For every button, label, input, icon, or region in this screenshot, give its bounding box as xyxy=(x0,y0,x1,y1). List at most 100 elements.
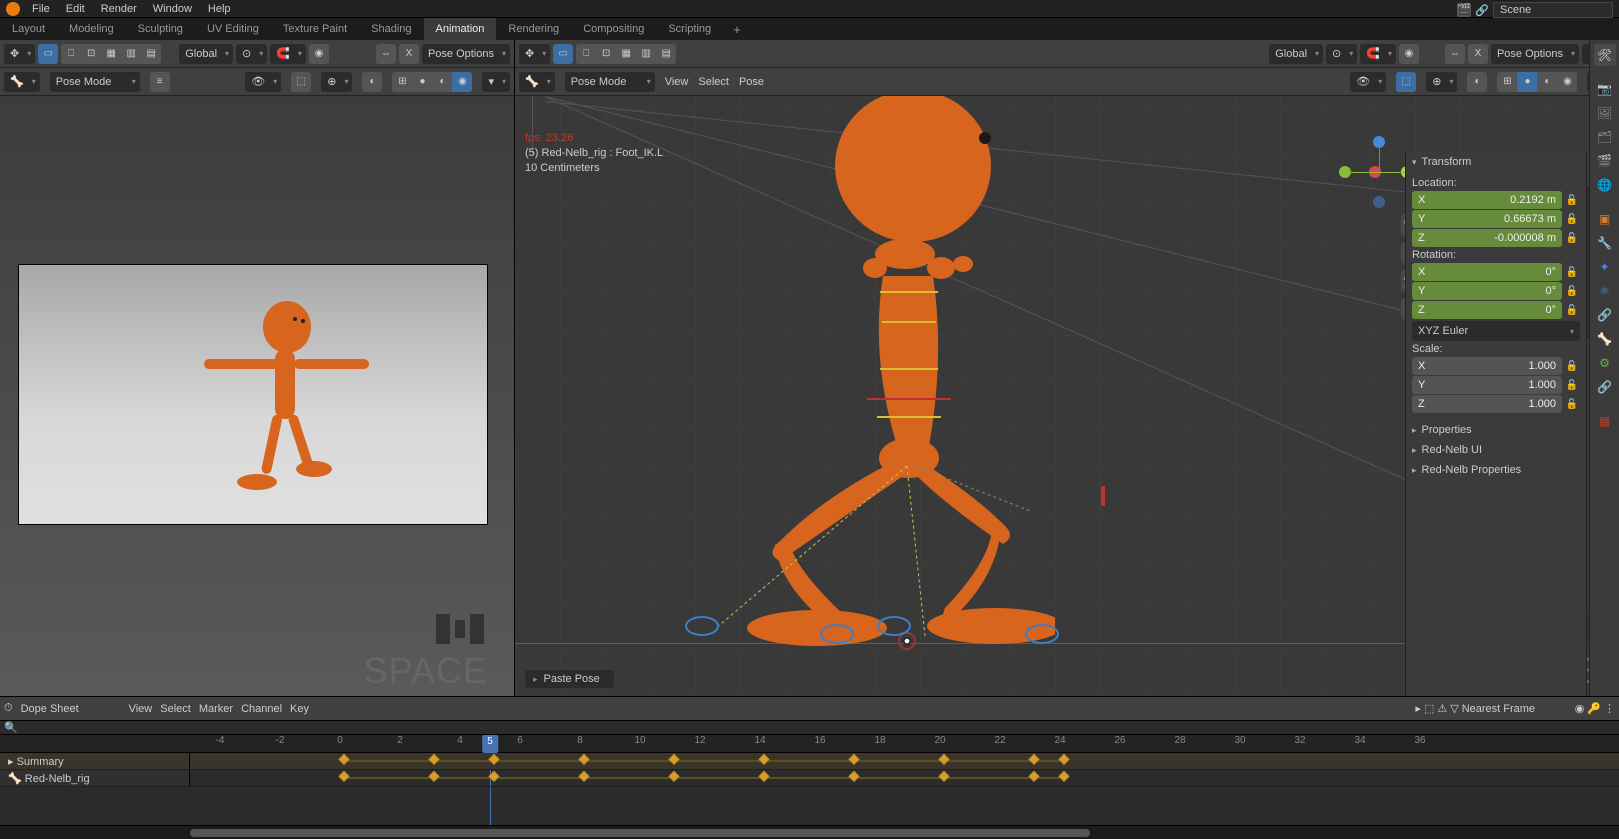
cursor-tool-icon-r[interactable]: ✥ xyxy=(519,44,550,64)
shading-matprev-r-icon[interactable]: ◐ xyxy=(1537,72,1557,92)
tab-texture-paint[interactable]: Texture Paint xyxy=(271,18,359,40)
rot-y-field[interactable]: Y0° xyxy=(1412,282,1562,300)
dope-view-menu[interactable]: View xyxy=(129,703,153,715)
props-bone-icon[interactable]: ⚙ xyxy=(1594,352,1616,374)
editor-type-right-icon[interactable]: 🦴 xyxy=(519,72,555,92)
keyframe[interactable] xyxy=(488,771,499,782)
rednelb-props-section-header[interactable]: Red-Nelb Properties xyxy=(1406,460,1586,480)
dope-propedit-icon[interactable]: ◉ xyxy=(1575,702,1585,715)
dope-mode-dropdown[interactable]: Dope Sheet xyxy=(21,703,121,715)
rot-x-field[interactable]: X0° xyxy=(1412,263,1562,281)
overlays-r-icon[interactable]: ◐ xyxy=(1467,72,1487,92)
tab-modeling[interactable]: Modeling xyxy=(57,18,126,40)
xray-toggle-icon[interactable]: ⬚ xyxy=(291,72,311,92)
dope-key-menu[interactable]: Key xyxy=(290,703,309,715)
view-menu[interactable]: View xyxy=(665,76,689,88)
menu-window[interactable]: Window xyxy=(145,3,200,15)
track-row[interactable]: ▸ Summary xyxy=(0,753,1619,770)
keyframe[interactable] xyxy=(1028,754,1039,765)
foot-tip-l-handle[interactable] xyxy=(820,624,854,644)
view-options-r-icon[interactable]: 👁 xyxy=(1350,72,1386,92)
select-mode-4[interactable]: ▥ xyxy=(121,44,141,64)
transform-section-header[interactable]: Transform xyxy=(1406,152,1586,172)
propedit-left-icon[interactable]: ◉ xyxy=(309,44,329,64)
keyframe[interactable] xyxy=(428,754,439,765)
rotation-mode-dropdown[interactable]: XYZ Euler xyxy=(1412,321,1580,341)
left-viewport[interactable]: SPACE xyxy=(0,96,514,696)
lock-icon[interactable]: 🔓 xyxy=(1564,301,1580,319)
tab-compositing[interactable]: Compositing xyxy=(571,18,656,40)
scene-name-input[interactable] xyxy=(1493,2,1613,18)
lock-icon[interactable]: 🔓 xyxy=(1564,376,1580,394)
keyframe[interactable] xyxy=(758,771,769,782)
props-material-icon[interactable]: ▦ xyxy=(1594,410,1616,432)
select-mode-r3[interactable]: ▦ xyxy=(616,44,636,64)
select-mode-1[interactable]: ⎕ xyxy=(61,44,81,64)
mirror-x-button[interactable]: X xyxy=(399,44,419,64)
editor-type-left-icon[interactable]: 🦴 xyxy=(4,72,40,92)
props-output-icon[interactable]: 🖼 xyxy=(1594,102,1616,124)
select-mode-r2[interactable]: ⊡ xyxy=(596,44,616,64)
orientation-left[interactable]: Global xyxy=(179,44,233,64)
pivot-left-icon[interactable]: ⊙ xyxy=(236,44,267,64)
editor-type-dope-icon[interactable]: ⏱ xyxy=(4,702,13,715)
pose-options-left[interactable]: Pose Options xyxy=(422,44,510,64)
tab-uv-editing[interactable]: UV Editing xyxy=(195,18,271,40)
keyframe[interactable] xyxy=(428,771,439,782)
shading-matprev-icon[interactable]: ◐ xyxy=(432,72,452,92)
pose-options-right[interactable]: Pose Options xyxy=(1491,44,1579,64)
foot-tip-r-handle[interactable] xyxy=(1025,624,1059,644)
track-name[interactable]: ▸ Summary xyxy=(0,753,190,769)
select-menu[interactable]: Select xyxy=(698,76,729,88)
lock-icon[interactable]: 🔓 xyxy=(1564,263,1580,281)
select-mode-r5[interactable]: ▤ xyxy=(656,44,676,64)
dope-select-menu[interactable]: Select xyxy=(160,703,191,715)
propedit-right-icon[interactable]: ◉ xyxy=(1399,44,1419,64)
menu-help[interactable]: Help xyxy=(200,3,239,15)
scene-browse-icon[interactable]: 🎬 xyxy=(1457,3,1471,17)
shading-wire-r-icon[interactable]: ⊞ xyxy=(1497,72,1517,92)
gizmo-options-r-icon[interactable]: ⊕ xyxy=(1426,72,1457,92)
pole-target-icon[interactable] xyxy=(1101,486,1105,506)
keyframe[interactable] xyxy=(1058,771,1069,782)
dope-filter-4-icon[interactable]: ▽ xyxy=(1450,702,1458,715)
keyframe[interactable] xyxy=(668,754,679,765)
shading-rendered-icon[interactable]: ◉ xyxy=(452,72,472,92)
cursor-tool-icon[interactable]: ✥ xyxy=(4,44,35,64)
select-tool-icon-r[interactable]: ▭ xyxy=(553,44,573,64)
hamburger-icon[interactable]: ≡ xyxy=(150,72,170,92)
lock-icon[interactable]: 🔓 xyxy=(1564,395,1580,413)
props-render-icon[interactable]: 📷 xyxy=(1594,78,1616,100)
tab-shading[interactable]: Shading xyxy=(359,18,423,40)
props-data-icon[interactable]: 🦴 xyxy=(1594,328,1616,350)
rednelb-ui-section-header[interactable]: Red-Nelb UI xyxy=(1406,440,1586,460)
track-name[interactable]: 🦴 Red-Nelb_rig xyxy=(0,770,190,786)
select-mode-2[interactable]: ⊡ xyxy=(81,44,101,64)
keyframe[interactable] xyxy=(938,771,949,782)
lock-icon[interactable]: 🔓 xyxy=(1564,210,1580,228)
dope-tracks[interactable]: ▸ Summary🦴 Red-Nelb_rig xyxy=(0,753,1619,825)
tab-layout[interactable]: Layout xyxy=(0,18,57,40)
pose-menu[interactable]: Pose xyxy=(739,76,764,88)
select-mode-r1[interactable]: ⎕ xyxy=(576,44,596,64)
search-icon[interactable]: 🔍 xyxy=(4,721,18,734)
props-modifiers-icon[interactable]: 🔧 xyxy=(1594,232,1616,254)
snap-right-icon[interactable]: 🧲 xyxy=(1360,44,1396,64)
dope-filter-1-icon[interactable]: ▸ xyxy=(1415,702,1421,715)
menu-edit[interactable]: Edit xyxy=(58,3,93,15)
props-world-icon[interactable]: 🌐 xyxy=(1594,174,1616,196)
dope-autokey-icon[interactable]: 🔑 xyxy=(1587,702,1601,715)
select-mode-3[interactable]: ▦ xyxy=(101,44,121,64)
props-tool-icon[interactable]: 🛠 xyxy=(1594,44,1616,66)
mode-select-right[interactable]: Pose Mode xyxy=(565,72,655,92)
keyframe[interactable] xyxy=(578,771,589,782)
keyframe[interactable] xyxy=(338,771,349,782)
dope-marker-menu[interactable]: Marker xyxy=(199,703,233,715)
mirror-toggle-icon[interactable]: ⇔ xyxy=(376,44,396,64)
playhead[interactable]: 5 xyxy=(482,735,498,753)
scrollbar-thumb[interactable] xyxy=(190,829,1090,837)
props-physics-icon[interactable]: ⚛ xyxy=(1594,280,1616,302)
tab-sculpting[interactable]: Sculpting xyxy=(126,18,195,40)
tab-scripting[interactable]: Scripting xyxy=(656,18,723,40)
keyframe[interactable] xyxy=(848,771,859,782)
